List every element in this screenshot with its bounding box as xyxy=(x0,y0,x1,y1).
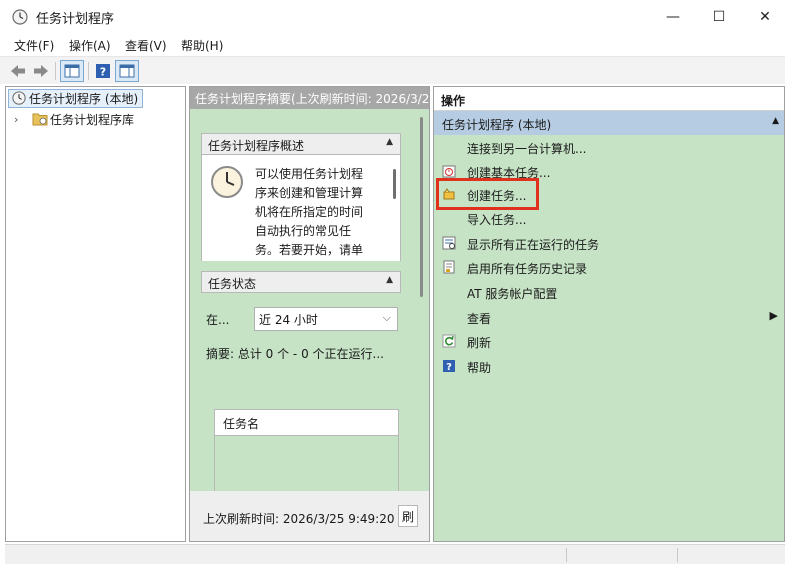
action-help[interactable]: ? 帮助 xyxy=(434,355,784,377)
back-button[interactable] xyxy=(8,60,28,82)
toolbar-separator xyxy=(88,62,89,80)
action-at-service-config[interactable]: AT 服务帐户配置 xyxy=(434,281,784,303)
overview-title: 任务计划程序概述 xyxy=(208,139,305,153)
tree-item-task-library[interactable]: › 任务计划程序库 xyxy=(14,110,134,129)
action-pane-icon xyxy=(119,64,135,78)
overview-section-header[interactable]: 任务计划程序概述 ▲ xyxy=(201,133,401,155)
console-tree: 任务计划程序 (本地) › 任务计划程序库 xyxy=(5,86,186,542)
summary-header: 任务计划程序摘要(上次刷新时间: 2026/3/25 xyxy=(190,87,429,109)
basic-task-icon xyxy=(442,165,456,178)
clock-icon xyxy=(211,166,243,198)
summary-pane: 任务计划程序摘要(上次刷新时间: 2026/3/25 任务计划程序概述 ▲ 可以… xyxy=(189,86,430,542)
console-tree-icon xyxy=(64,64,80,78)
tree-item-task-scheduler-local[interactable]: 任务计划程序 (本地) xyxy=(8,89,144,108)
toolbar: ? xyxy=(0,56,785,84)
status-divider xyxy=(566,548,567,562)
action-show-running-tasks[interactable]: 显示所有正在运行的任务 xyxy=(434,232,784,254)
refresh-button[interactable]: 刷 xyxy=(398,505,418,527)
toolbar-separator xyxy=(55,62,56,80)
status-period-label: 在... xyxy=(206,313,230,327)
tree-item-label: 任务计划程序库 xyxy=(50,113,135,127)
action-enable-history[interactable]: 启用所有任务历史记录 xyxy=(434,256,784,278)
menu-file[interactable]: 文件(F) xyxy=(14,37,54,54)
menu-bar: 文件(F) 操作(A) 查看(V) 帮助(H) xyxy=(0,34,785,56)
action-refresh[interactable]: 刷新 xyxy=(434,330,784,352)
actions-header: 操作 xyxy=(434,87,784,111)
forward-arrow-icon xyxy=(34,65,48,77)
overview-text: 可以使用任务计划程序来创建和管理计算机将在所指定的时间自动执行的常见任务。若要开… xyxy=(255,167,364,257)
collapse-caret-icon[interactable]: ▲ xyxy=(772,116,779,126)
overview-scrollbar[interactable] xyxy=(393,169,396,199)
last-refresh-text: 上次刷新时间: 2026/3/25 9:49:20 xyxy=(203,512,395,526)
chevron-down-icon: ⌵ xyxy=(382,311,391,324)
menu-help[interactable]: 帮助(H) xyxy=(181,37,223,54)
summary-footer: 上次刷新时间: 2026/3/25 9:49:20 刷 xyxy=(190,491,429,541)
select-value: 近 24 小时 xyxy=(259,313,318,327)
history-icon xyxy=(443,260,455,274)
svg-text:?: ? xyxy=(100,66,106,79)
status-bar xyxy=(5,544,785,564)
collapse-caret-icon[interactable]: ▲ xyxy=(386,275,393,285)
status-period-select[interactable]: 近 24 小时 ⌵ xyxy=(254,307,398,331)
running-tasks-icon xyxy=(442,236,456,250)
help-toolbar-button[interactable]: ? xyxy=(93,60,113,82)
status-title: 任务状态 xyxy=(208,277,257,291)
expand-arrow-icon[interactable]: › xyxy=(14,113,28,126)
back-arrow-icon xyxy=(11,65,25,77)
action-view[interactable]: 查看 ▶ xyxy=(434,306,784,328)
title-bar: 任务计划程序 — ☐ ✕ xyxy=(0,0,785,34)
help-icon: ? xyxy=(96,64,110,79)
forward-button[interactable] xyxy=(31,60,51,82)
maximize-button[interactable]: ☐ xyxy=(696,0,742,34)
collapse-caret-icon[interactable]: ▲ xyxy=(386,137,393,147)
status-summary: 摘要: 总计 0 个 - 0 个正在运行... xyxy=(206,347,384,361)
tree-item-label: 任务计划程序 (本地) xyxy=(29,92,139,106)
column-header-task-name[interactable]: 任务名 xyxy=(215,410,398,436)
actions-section-header[interactable]: 任务计划程序 (本地) ▲ xyxy=(434,111,784,135)
help-icon: ? xyxy=(443,360,455,373)
show-tree-button[interactable] xyxy=(60,60,84,82)
actions-pane: 操作 任务计划程序 (本地) ▲ 连接到另一台计算机... 创建基本任务... … xyxy=(433,86,785,542)
action-connect-computer[interactable]: 连接到另一台计算机... xyxy=(434,136,784,158)
menu-view[interactable]: 查看(V) xyxy=(125,37,167,54)
svg-text:?: ? xyxy=(446,362,452,373)
clock-icon xyxy=(12,91,26,105)
submenu-arrow-icon: ▶ xyxy=(769,309,778,322)
summary-scrollbar[interactable] xyxy=(420,117,423,297)
overview-body: 可以使用任务计划程序来创建和管理计算机将在所指定的时间自动执行的常见任务。若要开… xyxy=(201,155,401,261)
status-divider xyxy=(677,548,678,562)
status-section-header[interactable]: 任务状态 ▲ xyxy=(201,271,401,293)
clock-icon xyxy=(12,9,28,25)
show-action-pane-button[interactable] xyxy=(115,60,139,82)
close-button[interactable]: ✕ xyxy=(742,0,785,34)
refresh-icon xyxy=(442,334,456,348)
window-title: 任务计划程序 xyxy=(36,12,115,27)
minimize-button[interactable]: — xyxy=(650,0,696,34)
action-import-task[interactable]: 导入任务... xyxy=(434,207,784,229)
highlight-box xyxy=(436,178,539,210)
folder-icon xyxy=(32,113,48,126)
menu-action[interactable]: 操作(A) xyxy=(69,37,111,54)
